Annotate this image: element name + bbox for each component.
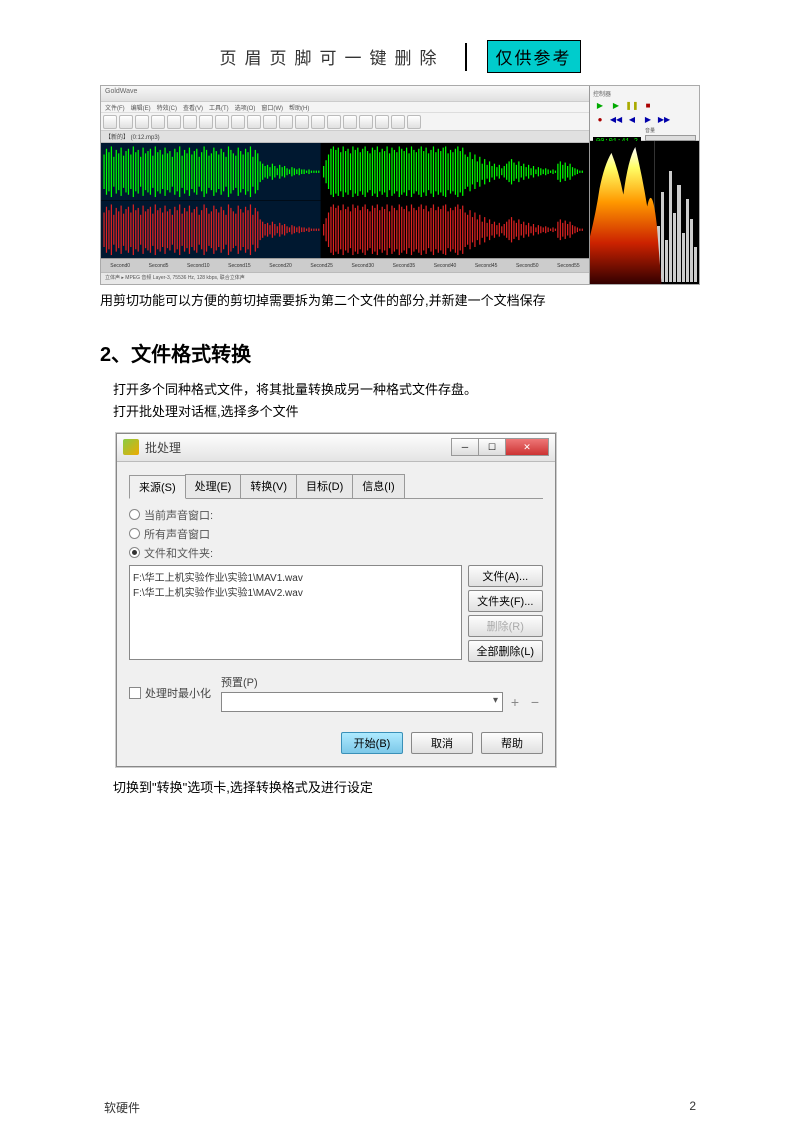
remove-all-button[interactable]: 全部删除(L) bbox=[468, 640, 543, 662]
radio-label: 所有声音窗口 bbox=[144, 526, 210, 542]
tool-button[interactable] bbox=[151, 115, 165, 129]
page-footer: 软硬件 2 bbox=[100, 1099, 700, 1116]
visualizer bbox=[590, 141, 699, 284]
radio-all[interactable] bbox=[129, 528, 140, 539]
menu-item[interactable]: 编辑(E) bbox=[131, 103, 151, 111]
tab-info[interactable]: 信息(I) bbox=[352, 474, 404, 498]
menu-item[interactable]: 工具(T) bbox=[209, 103, 229, 111]
pause-button[interactable]: ❚❚ bbox=[625, 99, 639, 111]
tool-button[interactable] bbox=[375, 115, 389, 129]
tool-button[interactable] bbox=[167, 115, 181, 129]
radio-label: 当前声音窗口: bbox=[144, 507, 213, 523]
batch-dialog: 批处理 ─ ☐ ✕ 来源(S) 处理(E) 转换(V) 目标(D) 信息(I) … bbox=[116, 433, 556, 767]
rewind-button[interactable]: ◀ bbox=[625, 113, 639, 125]
tool-button[interactable] bbox=[295, 115, 309, 129]
transport-panel: 控制器 ▶ ▶ ❚❚ ■ ● ◀◀ ◀ ▶ ▶▶ 00:01:41.2 bbox=[590, 86, 699, 141]
tab-target[interactable]: 目标(D) bbox=[296, 474, 353, 498]
tool-button[interactable] bbox=[199, 115, 213, 129]
menu-item[interactable]: 窗口(W) bbox=[261, 103, 283, 111]
time-ruler: Second0Second5Second10Second15Second20Se… bbox=[101, 258, 589, 272]
page-number: 2 bbox=[689, 1099, 696, 1116]
tool-button[interactable] bbox=[311, 115, 325, 129]
forward-button[interactable]: ▶ bbox=[641, 113, 655, 125]
tool-button[interactable] bbox=[391, 115, 405, 129]
menu-item[interactable]: 选项(O) bbox=[235, 103, 256, 111]
body-text: 切换到"转换"选项卡,选择转换格式及进行设定 bbox=[100, 777, 700, 799]
section-title: 2、文件格式转换 bbox=[100, 338, 700, 367]
waveform-right bbox=[101, 201, 589, 259]
add-preset-icon[interactable]: + bbox=[507, 694, 523, 710]
tool-button[interactable] bbox=[215, 115, 229, 129]
tool-button[interactable] bbox=[247, 115, 261, 129]
goldwave-screenshot: GoldWave 文件(F) 编辑(E) 特效(C) 查看(V) 工具(T) 选… bbox=[100, 85, 700, 285]
minimize-checkbox[interactable] bbox=[129, 687, 141, 699]
dialog-icon bbox=[123, 439, 139, 455]
radio-label: 文件和文件夹: bbox=[144, 545, 213, 561]
next-button[interactable]: ▶▶ bbox=[657, 113, 671, 125]
app-titlebar: GoldWave bbox=[101, 86, 589, 102]
add-file-button[interactable]: 文件(A)... bbox=[468, 565, 543, 587]
tool-button[interactable] bbox=[103, 115, 117, 129]
dialog-titlebar[interactable]: 批处理 ─ ☐ ✕ bbox=[117, 434, 555, 462]
menubar: 文件(F) 编辑(E) 特效(C) 查看(V) 工具(T) 选项(O) 窗口(W… bbox=[101, 102, 589, 113]
cancel-button[interactable]: 取消 bbox=[411, 732, 473, 754]
radio-current[interactable] bbox=[129, 509, 140, 520]
toolbar bbox=[101, 113, 589, 131]
status-bar: 立体声 ▸ MPEG 音频 Layer-3, 75536 Hz, 128 kbp… bbox=[101, 272, 589, 284]
checkbox-label: 处理时最小化 bbox=[145, 685, 211, 701]
body-text: 打开多个同种格式文件，将其批量转换成另一种格式文件存盘。 bbox=[100, 379, 700, 401]
play-button[interactable]: ▶ bbox=[593, 99, 607, 111]
header-divider bbox=[465, 43, 467, 71]
menu-item[interactable]: 特效(C) bbox=[157, 103, 177, 111]
add-folder-button[interactable]: 文件夹(F)... bbox=[468, 590, 543, 612]
stop-button[interactable]: ■ bbox=[641, 99, 655, 111]
tab-convert[interactable]: 转换(V) bbox=[240, 474, 297, 498]
remove-button[interactable]: 删除(R) bbox=[468, 615, 543, 637]
tool-button[interactable] bbox=[135, 115, 149, 129]
file-list[interactable]: F:\华工上机实验作业\实验1\MAV1.wav F:\华工上机实验作业\实验1… bbox=[129, 565, 462, 660]
header-title: 页眉页脚可一键删除 bbox=[220, 44, 445, 69]
menu-item[interactable]: 文件(F) bbox=[105, 103, 125, 111]
page-header: 页眉页脚可一键删除 仅供参考 bbox=[100, 40, 700, 73]
tool-button[interactable] bbox=[183, 115, 197, 129]
tab-source[interactable]: 来源(S) bbox=[129, 475, 186, 499]
waveform-area[interactable] bbox=[101, 143, 589, 258]
tool-button[interactable] bbox=[343, 115, 357, 129]
tab-process[interactable]: 处理(E) bbox=[185, 474, 242, 498]
list-item[interactable]: F:\华工上机实验作业\实验1\MAV2.wav bbox=[133, 584, 458, 599]
record-button[interactable]: ● bbox=[593, 113, 607, 125]
body-text: 打开批处理对话框,选择多个文件 bbox=[100, 401, 700, 423]
tool-button[interactable] bbox=[279, 115, 293, 129]
header-badge: 仅供参考 bbox=[487, 40, 581, 73]
preset-dropdown[interactable] bbox=[221, 692, 503, 712]
maximize-button[interactable]: ☐ bbox=[478, 438, 506, 456]
remove-preset-icon[interactable]: − bbox=[527, 694, 543, 710]
waveform-left bbox=[101, 143, 589, 201]
play-button-2[interactable]: ▶ bbox=[609, 99, 623, 111]
file-label: 【新的】 (0:12.mp3) bbox=[101, 131, 589, 143]
tab-strip: 来源(S) 处理(E) 转换(V) 目标(D) 信息(I) bbox=[129, 474, 543, 499]
tool-button[interactable] bbox=[119, 115, 133, 129]
begin-button[interactable]: 开始(B) bbox=[341, 732, 403, 754]
dialog-title: 批处理 bbox=[145, 439, 452, 456]
tool-button[interactable] bbox=[407, 115, 421, 129]
tool-button[interactable] bbox=[231, 115, 245, 129]
close-button[interactable]: ✕ bbox=[505, 438, 549, 456]
tool-button[interactable] bbox=[263, 115, 277, 129]
minimize-button[interactable]: ─ bbox=[451, 438, 479, 456]
footer-left: 软硬件 bbox=[104, 1099, 140, 1116]
list-item[interactable]: F:\华工上机实验作业\实验1\MAV1.wav bbox=[133, 569, 458, 584]
prev-button[interactable]: ◀◀ bbox=[609, 113, 623, 125]
menu-item[interactable]: 帮助(H) bbox=[289, 103, 309, 111]
preset-label: 预置(P) bbox=[221, 674, 543, 690]
menu-item[interactable]: 查看(V) bbox=[183, 103, 203, 111]
tool-button[interactable] bbox=[327, 115, 341, 129]
radio-files[interactable] bbox=[129, 547, 140, 558]
tool-button[interactable] bbox=[359, 115, 373, 129]
screenshot-caption: 用剪切功能可以方便的剪切掉需要拆为第二个文件的部分,并新建一个文档保存 bbox=[100, 291, 700, 312]
help-button[interactable]: 帮助 bbox=[481, 732, 543, 754]
